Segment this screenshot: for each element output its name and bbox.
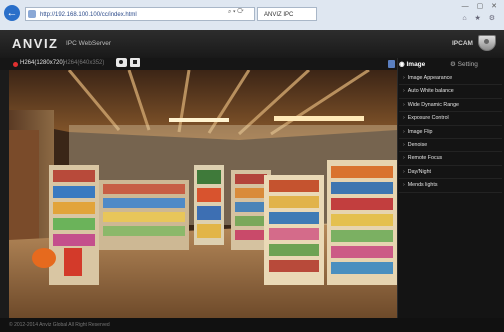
address-tools[interactable]: ⌕ ▾ ⟳ xyxy=(228,9,244,16)
image-menu: › Image Appearance › Auto White balance › W… xyxy=(399,72,502,193)
sub-stream-option[interactable]: H264(640x352) xyxy=(63,60,104,66)
camera-snapshot-icon[interactable] xyxy=(116,58,127,67)
panel-toggle-icon[interactable] xyxy=(388,60,395,68)
menu-item-auto-white-balance[interactable]: › Auto White balance xyxy=(399,85,502,99)
chevron-right-icon: › xyxy=(403,141,405,148)
live-indicator-icon xyxy=(13,62,18,67)
page-icon xyxy=(28,10,36,18)
product-name: IPC WebServer xyxy=(66,40,112,47)
menu-item-day-night[interactable]: › Day/Night xyxy=(399,166,502,180)
menu-item-denoise[interactable]: › Denoise xyxy=(399,139,502,153)
menu-item-label: Exposure Control xyxy=(407,115,449,122)
menu-item-image-appearance[interactable]: › Image Appearance xyxy=(399,72,502,86)
record-icon[interactable] xyxy=(130,58,140,67)
app-logo: ANVIZ xyxy=(12,36,59,51)
chevron-right-icon: › xyxy=(403,128,405,135)
tab-image-label: Image xyxy=(406,61,426,68)
menu-item-label: Remote Focus xyxy=(407,155,443,162)
camera-name: IPCAM xyxy=(452,40,473,47)
address-bar[interactable]: http://192.168.100.100/cc/index.html xyxy=(25,7,255,21)
chevron-right-icon: › xyxy=(403,75,405,81)
chevron-right-icon: › xyxy=(403,155,405,162)
menu-item-label: Day/Night xyxy=(407,168,432,175)
menu-item-label: Auto White balance xyxy=(407,88,454,95)
tab-image[interactable]: ◉ Image xyxy=(399,60,425,68)
menu-item-image-flip[interactable]: › Image Flip xyxy=(399,126,502,139)
main-stream-option[interactable]: H264(1280x720) xyxy=(20,60,65,66)
tab-setting-label: Setting xyxy=(457,61,478,68)
browser-tab[interactable]: ANVIZ IPC xyxy=(257,7,317,21)
menu-item-mends-lights[interactable]: › Mends lights xyxy=(399,179,502,193)
menu-item-wide-dynamic-range[interactable]: › Wide Dynamic Range xyxy=(399,99,502,113)
chevron-right-icon: › xyxy=(403,88,405,95)
menu-item-exposure-control[interactable]: › Exposure Control xyxy=(399,112,502,126)
menu-item-label: Wide Dynamic Range xyxy=(407,101,459,108)
toolbar-icons[interactable]: ⌂ ★ ⚙ xyxy=(462,14,498,22)
chevron-right-icon: › xyxy=(403,101,405,108)
window-controls[interactable]: — ▢ ✕ xyxy=(462,2,500,10)
back-button[interactable]: ← xyxy=(4,5,20,21)
menu-item-label: Image Appearance xyxy=(407,75,453,81)
menu-item-label: Denoise xyxy=(407,141,428,148)
video-frame xyxy=(9,70,397,318)
tab-setting[interactable]: ⚙ Setting xyxy=(450,60,478,68)
live-video[interactable] xyxy=(9,70,397,318)
chevron-right-icon: › xyxy=(403,115,405,122)
chevron-right-icon: › xyxy=(403,182,405,189)
chevron-right-icon: › xyxy=(403,168,405,175)
menu-item-label: Mends lights xyxy=(407,182,438,189)
copyright-text: © 2012-2014 Anviz Global All Right Reser… xyxy=(9,322,110,328)
menu-item-label: Image Flip xyxy=(407,128,433,135)
menu-item-remote-focus[interactable]: › Remote Focus xyxy=(399,152,502,166)
